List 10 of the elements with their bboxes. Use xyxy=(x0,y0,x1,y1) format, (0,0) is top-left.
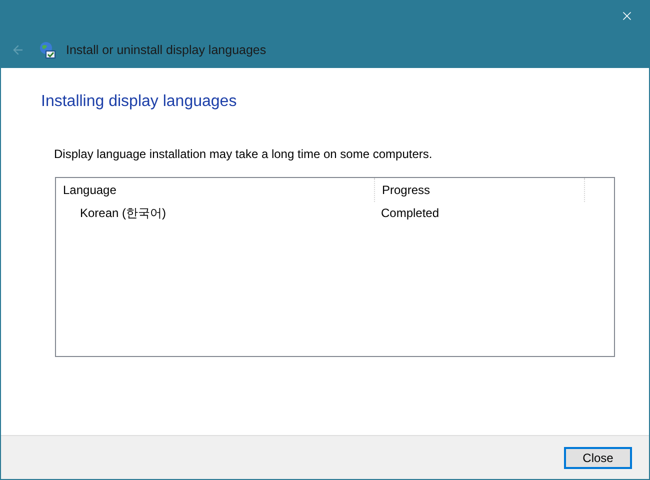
table-cell-text: Completed xyxy=(380,205,440,222)
dialog-button[interactable]: Close xyxy=(564,446,632,468)
table-cell-text: Korean (한국어) xyxy=(79,205,168,222)
globe-icon xyxy=(38,41,56,59)
column-header[interactable]: Language xyxy=(56,178,375,202)
window-title: Install or uninstall display languages xyxy=(66,42,266,59)
column-header[interactable]: Progress xyxy=(375,178,585,202)
close-icon xyxy=(620,9,634,23)
page-heading: Installing display languages xyxy=(41,92,238,112)
description-text: Display language installation may take a long time on some computers. xyxy=(54,146,434,163)
